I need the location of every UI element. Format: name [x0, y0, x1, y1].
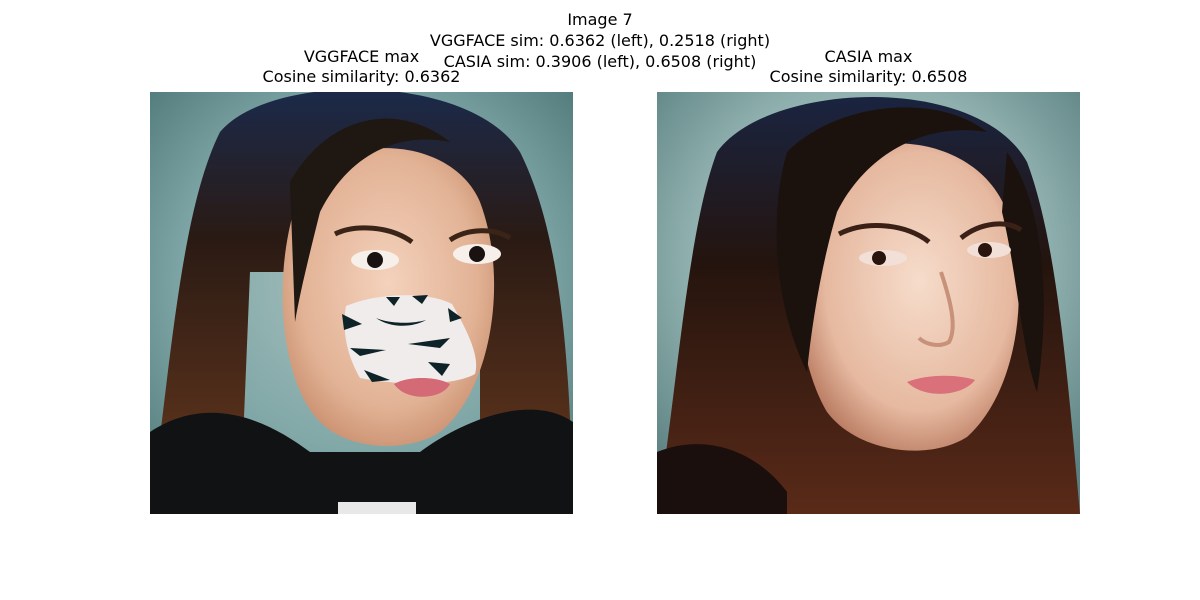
left-shirt-logo [338, 502, 416, 514]
right-panel-title-model: CASIA max [824, 47, 913, 66]
left-pupil-right [469, 246, 485, 262]
right-panel-title: CASIA max Cosine similarity: 0.6508 [657, 47, 1080, 87]
right-face-photo [657, 92, 1080, 514]
right-face-image [657, 92, 1080, 514]
left-panel-title-similarity: Cosine similarity: 0.6362 [262, 67, 461, 86]
left-pupil-left [367, 252, 383, 268]
suptitle-line-image-number: Image 7 [567, 10, 633, 29]
left-face-photo [150, 92, 573, 514]
left-panel-title: VGGFACE max Cosine similarity: 0.6362 [150, 47, 573, 87]
left-panel-title-model: VGGFACE max [303, 47, 420, 66]
right-panel-title-similarity: Cosine similarity: 0.6508 [769, 67, 968, 86]
right-pupil-left [872, 251, 886, 265]
left-face-image [150, 92, 573, 514]
right-pupil-right [978, 243, 992, 257]
